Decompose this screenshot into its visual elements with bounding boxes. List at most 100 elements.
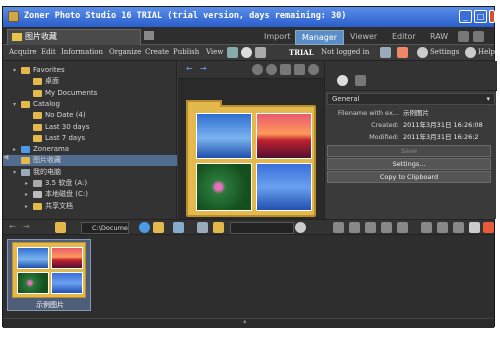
tree-item[interactable]: ▾ Favorites (3, 65, 177, 76)
new-tab-icon[interactable] (144, 31, 154, 40)
maximize-button[interactable]: □ (474, 10, 487, 23)
forward-icon[interactable]: → (23, 222, 30, 231)
help-menu[interactable]: Help (478, 48, 495, 56)
copy-icon[interactable] (421, 222, 432, 233)
browser-bottom-toolbar: ← → C:\Document (3, 219, 494, 235)
tree-item[interactable]: ▾ Catalog (3, 99, 177, 110)
tab-raw[interactable]: RAW (424, 30, 454, 45)
expander-icon[interactable]: ▾ (13, 65, 16, 76)
tree-item[interactable]: ▸ 本地磁盘 (C:) (3, 189, 177, 200)
move-icon[interactable] (437, 222, 448, 233)
search-input[interactable] (230, 222, 294, 234)
list-item[interactable]: 示例图片 (7, 239, 91, 311)
window-title: Zoner Photo Studio 16 TRIAL (trial versi… (24, 11, 347, 21)
properties-section-dropdown[interactable]: General ▾ (327, 93, 495, 105)
refresh-icon[interactable] (139, 222, 150, 233)
cart-icon[interactable] (380, 47, 391, 58)
close-panel-icon[interactable] (483, 222, 494, 233)
tree-item[interactable]: Last 7 days (3, 133, 177, 144)
folder-icon (33, 89, 42, 97)
tab-import[interactable]: Import (258, 30, 297, 45)
new-folder-icon[interactable] (153, 222, 164, 233)
folder-preview (186, 100, 316, 217)
slideshow-icon[interactable] (381, 222, 392, 233)
login-status[interactable]: Not logged in (321, 48, 369, 56)
tree-item[interactable]: Last 30 days (3, 122, 177, 133)
back-icon[interactable]: ← (9, 222, 16, 231)
tab-manager[interactable]: Manager (295, 30, 345, 45)
copy-to-clipboard-button[interactable]: Copy to Clipboard (327, 171, 491, 183)
tree-item[interactable]: ▸ 3.5 软盘 (A:) (3, 178, 177, 189)
rss-icon[interactable] (397, 47, 408, 58)
close-button[interactable] (489, 10, 495, 23)
sort-icon[interactable] (173, 222, 184, 233)
tab-editor[interactable]: Editor (386, 30, 422, 45)
computer-icon (21, 168, 30, 176)
up-folder-icon[interactable] (55, 222, 66, 233)
tag-icon[interactable] (333, 222, 344, 233)
folder-icon[interactable] (213, 222, 224, 233)
tool-icon[interactable] (227, 47, 238, 58)
forward-arrow-icon[interactable]: → (200, 64, 207, 73)
path-field[interactable]: C:\Document (81, 222, 129, 234)
search-icon[interactable] (241, 47, 252, 58)
email-icon[interactable] (349, 222, 360, 233)
folder-tab[interactable]: 图片收藏 (7, 29, 141, 45)
tree-item[interactable]: 图片收藏 (3, 155, 177, 167)
settings-button[interactable]: Settings... (327, 158, 491, 170)
menu-acquire[interactable]: Acquire (9, 48, 37, 56)
expander-icon[interactable]: ▸ (13, 144, 16, 155)
menu-view[interactable]: View (206, 48, 223, 56)
tree-item[interactable]: My Documents (3, 88, 177, 99)
expander-icon[interactable]: ▸ (25, 178, 28, 189)
property-value[interactable]: 2011年3月31日 16:26:08 (403, 120, 495, 131)
map-tab-icon[interactable] (355, 75, 366, 86)
expander-icon[interactable]: ▾ (13, 99, 16, 110)
menu-publish[interactable]: Publish (173, 48, 199, 56)
rotate-icon[interactable] (308, 64, 319, 75)
tree-item[interactable]: ▸ 共享文档 (3, 201, 177, 212)
panel-collapse-handle[interactable]: ◀ (3, 153, 9, 183)
zoom-out-icon[interactable] (266, 64, 277, 75)
delete-icon[interactable] (453, 222, 464, 233)
property-value[interactable]: 2011年3月31日 16:26:2 (403, 132, 495, 143)
search-icon[interactable] (295, 222, 306, 233)
menu-create[interactable]: Create (145, 48, 169, 56)
expander-icon[interactable]: ▸ (25, 189, 28, 200)
trial-label[interactable]: TRIAL (289, 48, 314, 57)
expander-icon[interactable]: ▸ (25, 201, 28, 212)
actual-size-icon[interactable] (294, 64, 305, 75)
tree-item[interactable]: No Date (4) (3, 110, 177, 121)
print-icon[interactable] (365, 222, 376, 233)
tree-item[interactable]: ▾ 我的电脑 (3, 167, 177, 178)
back-arrow-icon[interactable]: ← (186, 64, 193, 73)
tree-item[interactable]: ▸ Zonerama (3, 144, 177, 155)
property-value[interactable]: 示例图片 (403, 108, 495, 119)
properties-icon[interactable] (469, 222, 480, 233)
menu-edit[interactable]: Edit (41, 48, 56, 56)
rotate-left-icon[interactable] (397, 222, 408, 233)
star-folder-icon (21, 67, 30, 74)
info-tab-icon[interactable] (337, 75, 348, 86)
settings-menu[interactable]: Settings (430, 48, 459, 56)
folder-icon (33, 202, 42, 210)
grip-icon[interactable]: ▴ (243, 317, 247, 325)
section-label: General (332, 95, 360, 103)
gear-icon[interactable] (417, 47, 428, 58)
menu-organize[interactable]: Organize (109, 48, 141, 56)
tab-viewer[interactable]: Viewer (344, 30, 383, 45)
view-mode-icon[interactable] (197, 222, 208, 233)
tree-item[interactable]: 桌面 (3, 76, 177, 87)
save-button[interactable]: Save (327, 145, 491, 157)
menu-information[interactable]: Information (61, 48, 103, 56)
fit-icon[interactable] (280, 64, 291, 75)
chevron-down-icon: ▾ (486, 95, 490, 103)
help-icon[interactable] (465, 47, 476, 58)
panels-icon[interactable] (473, 31, 484, 42)
expander-icon[interactable]: ▾ (13, 167, 16, 178)
folder-icon (12, 33, 22, 41)
minimize-button[interactable]: _ (459, 10, 472, 23)
layout-icon[interactable] (458, 31, 469, 42)
zoom-in-icon[interactable] (252, 64, 263, 75)
info-icon[interactable] (255, 47, 266, 58)
